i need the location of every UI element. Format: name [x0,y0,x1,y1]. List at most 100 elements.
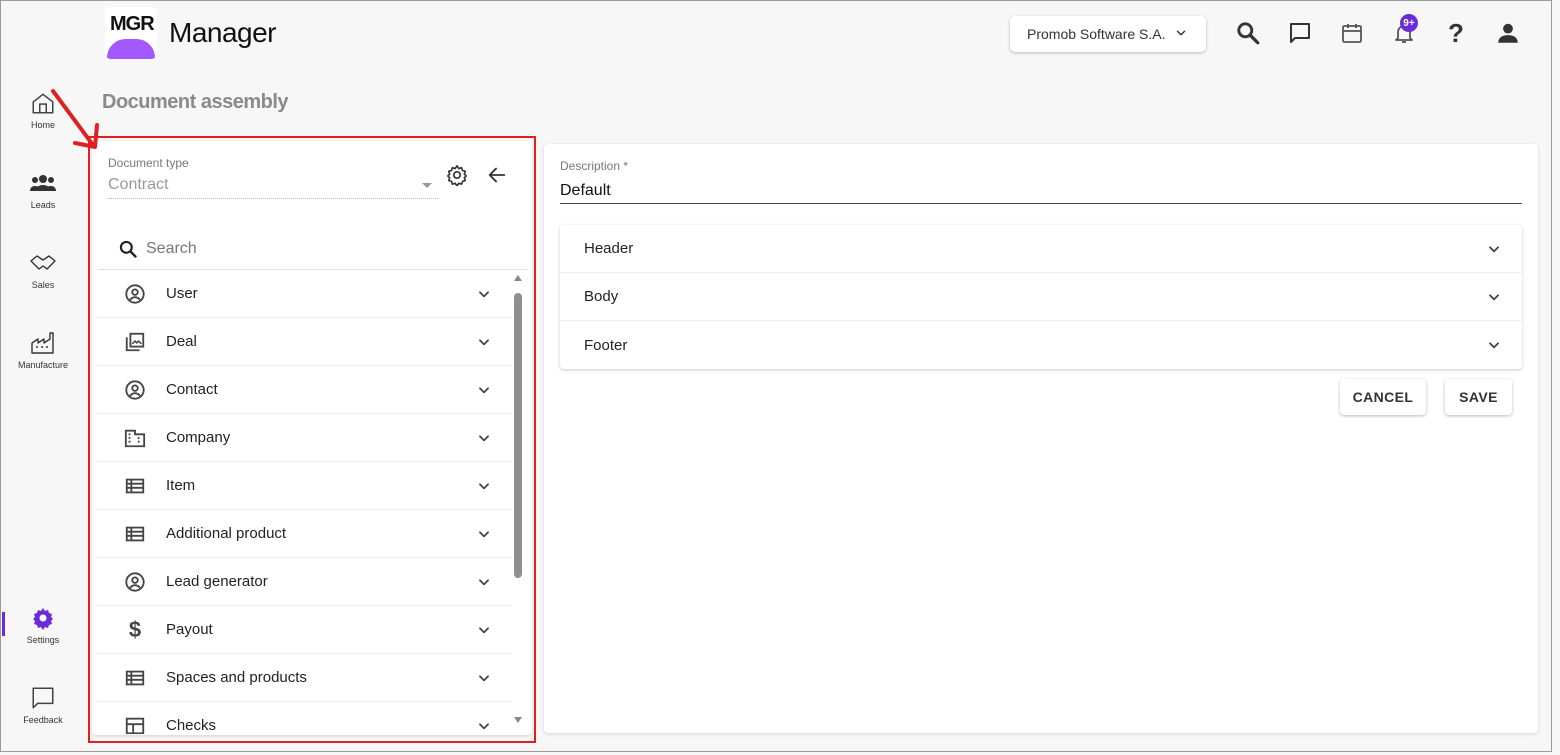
list-item-label: Checks [166,717,217,734]
list-item-payout[interactable]: $ Payout [98,606,512,654]
list-icon [123,474,147,498]
list-item-label: Spaces and products [166,669,307,686]
description-label: Description * [560,159,629,173]
chevron-down-icon[interactable] [476,334,492,350]
sections-accordion: Header Body Footer [560,225,1522,369]
document-editor-panel: Description * Header Body Footer CANCEL … [544,144,1538,733]
fields-list: User Deal Contact Company Item Additiona… [98,270,512,734]
app-title: Manager [169,17,277,48]
photo-library-icon [123,330,147,354]
sidebar-item-leads[interactable]: Leads [5,169,81,210]
chevron-down-icon[interactable] [476,718,492,734]
chevron-down-icon[interactable] [476,670,492,686]
back-arrow-button[interactable] [485,163,509,187]
app-window: MGR Manager Promob Software S.A. 9+ ? Ho… [0,0,1552,752]
list-item-label: Payout [166,621,213,638]
list-item-user[interactable]: User [98,270,512,318]
people-icon [5,169,81,197]
document-fields-panel: Document type Contract User Deal [92,141,532,735]
chevron-down-icon[interactable] [476,478,492,494]
account-circle-icon [123,378,147,402]
search-icon[interactable] [1234,19,1262,47]
gear-icon [5,604,81,632]
chevron-down-icon[interactable] [476,382,492,398]
feedback-icon [5,684,81,712]
company-selector[interactable]: Promob Software S.A. [1010,16,1206,52]
list-item-contact[interactable]: Contact [98,366,512,414]
accordion-header-section[interactable]: Header [560,225,1522,273]
list-item-label: Contact [166,381,218,398]
search-bar [98,229,526,269]
table-icon [123,714,147,735]
list-item-label: Item [166,477,196,494]
annotation-arrow-icon [51,89,99,149]
list-item-item[interactable]: Item [98,462,512,510]
list-item-spaces-and-products[interactable]: Spaces and products [98,654,512,702]
document-type-select[interactable]: Contract [108,176,168,194]
chevron-down-icon[interactable] [476,286,492,302]
chat-icon[interactable] [1286,19,1314,47]
scroll-down-arrow[interactable] [514,717,522,723]
sidebar-item-label: Sales [31,280,55,290]
accordion-label: Footer [584,336,628,354]
app-logo[interactable]: MGR [105,7,157,59]
save-button[interactable]: SAVE [1445,379,1512,415]
list-item-label: Lead generator [166,573,268,590]
factory-icon [5,329,81,357]
scroll-thumb[interactable] [514,293,522,578]
sidebar-item-feedback[interactable]: Feedback [5,684,81,725]
list-item-label: Additional product [166,525,287,542]
notification-badge: 9+ [1400,14,1418,32]
dollar-icon: $ [128,616,142,642]
logo-swoosh [107,39,155,59]
sidebar-item-settings[interactable]: Settings [5,604,81,645]
chevron-down-icon [1174,26,1188,43]
description-field[interactable] [560,178,1522,204]
logo-text: MGR [110,13,155,35]
list-item-label: Deal [166,333,197,350]
chevron-down-icon[interactable] [476,622,492,638]
accordion-body-section[interactable]: Body [560,273,1522,321]
help-icon[interactable]: ? [1442,18,1470,48]
list-item-deal[interactable]: Deal [98,318,512,366]
list-item-label: User [166,285,198,302]
account-icon[interactable] [1494,19,1522,47]
chevron-down-icon[interactable] [476,574,492,590]
list-icon [123,522,147,546]
dropdown-arrow-icon[interactable] [422,183,432,188]
chevron-down-icon[interactable] [1486,241,1502,257]
list-item-lead-generator[interactable]: Lead generator [98,558,512,606]
sidebar-item-label: Manufacture [17,360,69,370]
settings-gear-button[interactable] [445,163,469,187]
scroll-up-arrow[interactable] [514,275,522,281]
list-icon [123,666,147,690]
document-type-underline [108,198,438,199]
chevron-down-icon[interactable] [476,526,492,542]
accordion-footer-section[interactable]: Footer [560,321,1522,369]
search-input[interactable] [146,240,506,258]
list-item-label: Company [166,429,231,446]
sidebar-item-label: Feedback [23,715,63,725]
chevron-down-icon[interactable] [1486,337,1502,353]
chevron-down-icon[interactable] [476,430,492,446]
document-type-label: Document type [108,156,189,170]
list-item-additional-product[interactable]: Additional product [98,510,512,558]
account-circle-icon [123,282,147,306]
list-scrollbar[interactable] [513,275,523,725]
chevron-down-icon[interactable] [1486,289,1502,305]
list-item-checks[interactable]: Checks [98,702,512,734]
sidebar-item-label: Leads [30,200,56,210]
sidebar-item-sales[interactable]: Sales [5,249,81,290]
search-icon [118,239,138,259]
sidebar-item-label: Settings [26,635,60,645]
accordion-label: Header [584,240,634,257]
calendar-icon[interactable] [1338,19,1366,47]
accordion-label: Body [584,288,619,305]
cancel-button[interactable]: CANCEL [1340,379,1426,415]
company-name: Promob Software S.A. [1027,26,1166,42]
building-icon [123,426,147,450]
sidebar-item-manufacture[interactable]: Manufacture [5,329,81,370]
page-title: Document assembly [102,91,289,113]
account-circle-icon [123,570,147,594]
list-item-company[interactable]: Company [98,414,512,462]
